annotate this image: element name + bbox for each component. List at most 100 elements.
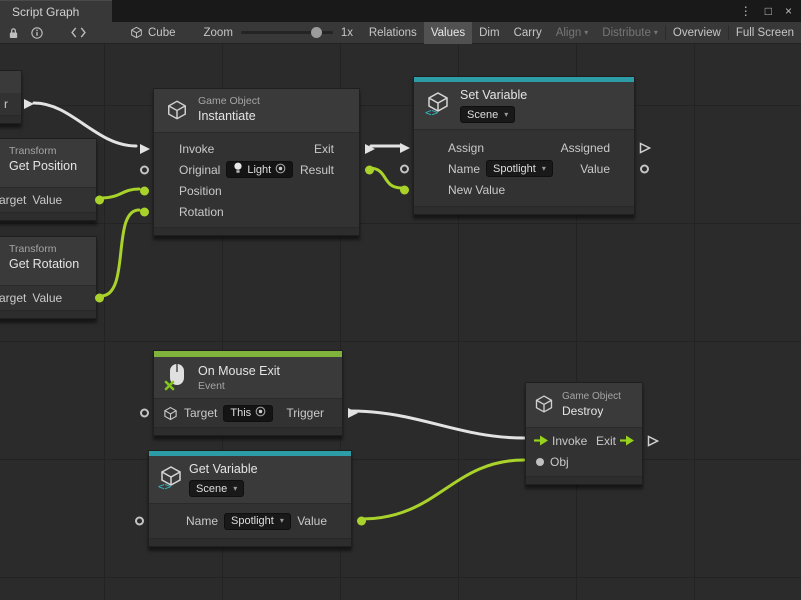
port-value-out-icon[interactable]	[355, 515, 368, 528]
zoom-label: Zoom	[204, 27, 233, 39]
carry-button[interactable]: Carry	[507, 22, 549, 44]
port-label-invoke: Invoke	[552, 434, 587, 448]
info-icon[interactable]	[31, 27, 43, 39]
port-value-in-original-icon[interactable]	[138, 163, 151, 176]
tab-script-graph[interactable]: Script Graph	[0, 0, 112, 22]
window-maximize-icon[interactable]: □	[765, 4, 772, 18]
fragment-port-label: r	[4, 97, 8, 111]
variable-scope-dropdown[interactable]: Scene ▾	[189, 480, 244, 497]
svg-text:<>: <>	[425, 106, 439, 117]
port-value-in-position-icon[interactable]	[138, 184, 151, 197]
tab-bar: Script Graph ⋮ □ ×	[0, 0, 801, 22]
svg-text:<>: <>	[158, 480, 172, 491]
node-footer	[526, 476, 642, 484]
overview-button[interactable]: Overview	[666, 22, 728, 44]
object-picker-icon[interactable]	[275, 163, 286, 177]
node-category: Transform	[9, 145, 77, 158]
zoom-value: 1x	[341, 27, 353, 39]
node-footer	[0, 212, 96, 220]
lock-icon[interactable]	[8, 27, 19, 39]
port-label-exit: Exit	[596, 434, 616, 448]
port-label-target: Target	[0, 291, 26, 305]
port-control-out-icon[interactable]	[646, 434, 659, 447]
variable-name-dropdown[interactable]: Spotlight ▾	[486, 160, 553, 177]
caret-down-icon: ▾	[542, 165, 546, 173]
port-label-assigned: Assigned	[561, 141, 610, 155]
port-value-out-icon[interactable]	[93, 292, 106, 305]
node-instantiate[interactable]: Game Object Instantiate Invoke Exit Orig…	[153, 88, 360, 236]
wire-rotation-value[interactable]	[101, 210, 139, 296]
graph-canvas[interactable]: r Transform Get Position Target Value	[0, 44, 801, 600]
wire-variable-value-to-obj[interactable]	[362, 460, 524, 519]
port-control-out-exit-icon[interactable]	[620, 435, 634, 446]
target-trigger-row: Target This Trigger	[154, 399, 342, 427]
node-title: On Mouse Exit	[198, 363, 280, 379]
zoom-slider[interactable]	[241, 31, 333, 34]
align-button[interactable]: Align ▾	[549, 22, 596, 44]
distribute-button[interactable]: Distribute ▾	[595, 22, 665, 44]
get-position-row: Target Value	[0, 188, 96, 212]
node-destroy[interactable]: Game Object Destroy Invoke Exit	[525, 382, 643, 485]
node-get-position[interactable]: Transform Get Position Target Value	[0, 138, 97, 221]
target-object-label: Cube	[148, 27, 176, 39]
port-value-in-obj-icon[interactable]	[534, 458, 544, 466]
zoom-slider-knob[interactable]	[311, 27, 322, 38]
wire-trigger-to-destroy-invoke[interactable]	[351, 411, 524, 438]
port-label-original: Original	[179, 163, 220, 177]
port-control-in-invoke-icon[interactable]	[534, 435, 548, 446]
port-label-value: Value	[32, 291, 62, 305]
window-close-icon[interactable]: ×	[785, 4, 792, 18]
object-field-value: This	[230, 407, 251, 419]
node-get-variable[interactable]: <> Get Variable Scene ▾ Name Spotlight ▾	[148, 450, 352, 547]
get-rotation-row: Target Value	[0, 286, 96, 310]
variable-name-value: Spotlight	[493, 163, 536, 175]
caret-down-icon: ▾	[654, 29, 658, 37]
port-value-in-name-icon[interactable]	[398, 162, 411, 175]
assign-assigned-row: Assign Assigned	[414, 137, 634, 158]
port-label-obj: Obj	[550, 455, 569, 469]
port-value-in-name-icon[interactable]	[133, 515, 146, 528]
dim-button[interactable]: Dim	[472, 22, 506, 44]
values-button[interactable]: Values	[424, 22, 472, 44]
code-icon[interactable]	[71, 27, 86, 38]
port-value-out-icon[interactable]	[638, 162, 651, 175]
port-control-in-invoke-icon[interactable]	[138, 142, 151, 155]
original-result-row: Original Light Result	[154, 159, 359, 180]
new-value-row: New Value	[414, 179, 634, 200]
name-value-row: Name Spotlight ▾ Value	[414, 158, 634, 179]
port-label-trigger: Trigger	[286, 406, 324, 420]
node-get-rotation[interactable]: Transform Get Rotation Target Value	[0, 236, 97, 319]
invoke-exit-row: Invoke Exit	[526, 430, 642, 451]
node-on-mouse-exit[interactable]: On Mouse Exit Event Target This Trigger	[153, 350, 343, 436]
port-value-out-icon[interactable]	[93, 194, 106, 207]
port-control-out-assigned-icon[interactable]	[638, 141, 651, 154]
port-value-out-result-icon[interactable]	[363, 163, 376, 176]
node-category: Game Object	[562, 390, 621, 403]
variable-name-dropdown[interactable]: Spotlight ▾	[224, 513, 291, 530]
node-fragment[interactable]: r	[0, 70, 22, 124]
port-control-out-exit-icon[interactable]	[363, 142, 376, 155]
wire-position-value[interactable]	[101, 189, 139, 198]
port-value-in-new-value-icon[interactable]	[398, 183, 411, 196]
fullscreen-button[interactable]: Full Screen	[729, 22, 801, 44]
scope-value: Scene	[467, 109, 498, 121]
variable-scope-dropdown[interactable]: Scene ▾	[460, 106, 515, 123]
port-control-out-trigger-icon[interactable]	[346, 407, 359, 420]
port-label-position: Position	[179, 184, 222, 198]
obj-row: Obj	[526, 451, 642, 472]
port-value-in-rotation-icon[interactable]	[138, 205, 151, 218]
port-control-in-assign-icon[interactable]	[398, 141, 411, 154]
node-category: Transform	[9, 243, 79, 256]
port-value-in-target-icon[interactable]	[138, 407, 151, 420]
object-picker-icon[interactable]	[255, 406, 266, 420]
node-set-variable[interactable]: <> Set Variable Scene ▾ Assign Assigned	[413, 76, 635, 215]
variable-name-value: Spotlight	[231, 515, 274, 527]
game-object-mini-icon	[163, 406, 178, 421]
window-menu-icon[interactable]: ⋮	[740, 4, 752, 18]
this-object-field[interactable]: This	[223, 405, 273, 422]
light-object-field[interactable]: Light	[226, 161, 293, 178]
node-footer	[149, 538, 351, 546]
relations-button[interactable]: Relations	[362, 22, 424, 44]
object-field-value: Light	[247, 164, 271, 176]
port-control-out-icon[interactable]	[22, 98, 35, 111]
